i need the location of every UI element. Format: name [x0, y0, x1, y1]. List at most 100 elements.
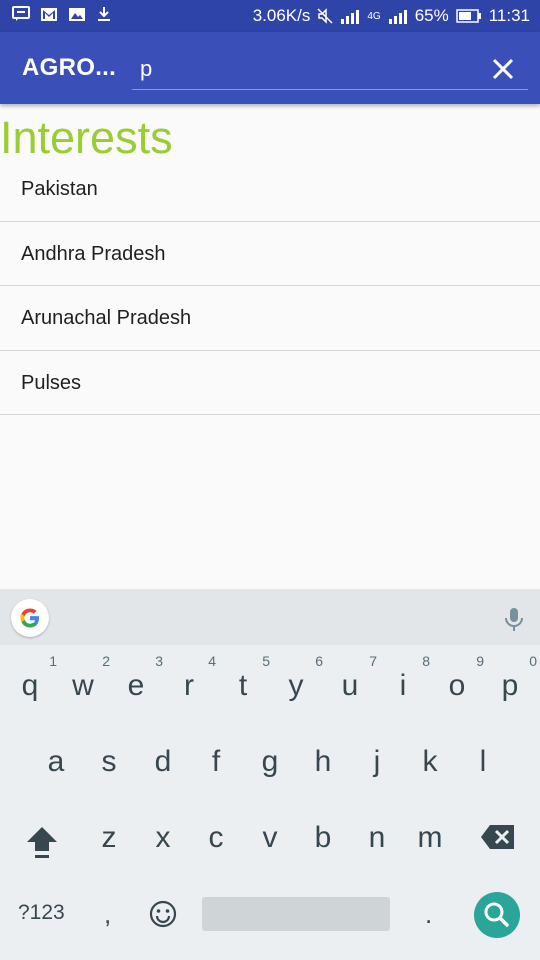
download-icon	[98, 7, 110, 21]
key-h[interactable]: h	[296, 727, 350, 787]
key-t[interactable]: 5t	[216, 651, 270, 711]
key-char: y	[288, 669, 304, 702]
google-button[interactable]	[11, 599, 49, 637]
key-p[interactable]: 0p	[483, 651, 537, 711]
key-char: f	[211, 745, 221, 778]
key-u[interactable]: 7u	[323, 651, 377, 711]
key-o[interactable]: 9o	[430, 651, 484, 711]
key-x[interactable]: x	[136, 803, 190, 863]
list-item[interactable]: Andhra Pradesh	[0, 222, 540, 286]
symbols-key[interactable]: ?123	[18, 901, 65, 925]
message-icon	[12, 6, 30, 21]
voice-input-button[interactable]	[500, 605, 528, 633]
backspace-key[interactable]	[480, 823, 516, 851]
key-char: m	[417, 821, 443, 854]
key-char: g	[261, 745, 279, 778]
key-v[interactable]: v	[243, 803, 297, 863]
key-char: i	[399, 669, 407, 702]
list-item[interactable]: Arunachal Pradesh	[0, 286, 540, 351]
list-item-label: Pulses	[21, 371, 82, 394]
key-y[interactable]: 6y	[269, 651, 324, 711]
key-w[interactable]: 2w	[56, 651, 110, 711]
signal-icon-2	[388, 9, 407, 24]
close-search-button[interactable]	[488, 54, 518, 84]
list-item[interactable]: Pakistan	[0, 157, 540, 222]
key-char: x	[155, 821, 171, 854]
clock: 11:31	[488, 6, 530, 25]
gmail-icon	[41, 7, 57, 21]
key-char: a	[47, 745, 65, 778]
battery-icon	[455, 9, 481, 23]
shift-key[interactable]	[22, 821, 62, 861]
search-icon	[484, 902, 509, 927]
key-char: c	[208, 821, 224, 854]
image-icon	[69, 7, 85, 21]
key-hint: 6	[315, 653, 323, 669]
key-f[interactable]: f	[189, 727, 243, 787]
search-key[interactable]	[474, 892, 520, 938]
key-m[interactable]: m	[403, 803, 457, 863]
mute-icon	[317, 8, 333, 24]
key-char: l	[479, 745, 487, 778]
key-char: u	[341, 669, 359, 702]
key-d[interactable]: d	[136, 727, 190, 787]
period-key[interactable]: .	[425, 899, 432, 930]
app-bar: AGRO...	[0, 32, 540, 104]
key-hint: 8	[422, 653, 430, 669]
key-char: w	[72, 669, 94, 702]
emoji-icon	[149, 900, 177, 928]
backspace-icon	[481, 825, 514, 849]
key-char: k	[422, 745, 438, 778]
key-char: h	[314, 745, 332, 778]
key-char: v	[262, 821, 278, 854]
mic-icon	[505, 608, 523, 631]
key-char: r	[184, 669, 194, 702]
key-g[interactable]: g	[243, 727, 297, 787]
key-j[interactable]: j	[350, 727, 404, 787]
google-icon	[20, 608, 39, 628]
key-z[interactable]: z	[82, 803, 136, 863]
key-char: e	[127, 669, 145, 702]
results-list: Pakistan Andhra Pradesh Arunachal Prades…	[0, 157, 540, 415]
network-speed: 3.06K/s	[252, 6, 311, 25]
key-char: j	[373, 745, 381, 778]
key-char: b	[314, 821, 332, 854]
key-e[interactable]: 3e	[109, 651, 163, 711]
comma-key[interactable]: ,	[104, 899, 111, 930]
key-l[interactable]: l	[456, 727, 510, 787]
key-char: t	[238, 669, 248, 702]
emoji-key[interactable]	[148, 899, 178, 929]
key-char: q	[21, 669, 39, 702]
battery-percent: 65%	[414, 6, 449, 25]
key-r[interactable]: 4r	[162, 651, 216, 711]
key-n[interactable]: n	[350, 803, 404, 863]
network-type: 4G	[367, 10, 381, 22]
shift-icon	[27, 827, 57, 858]
key-char: z	[101, 821, 117, 854]
key-s[interactable]: s	[82, 727, 136, 787]
key-a[interactable]: a	[29, 727, 83, 787]
key-k[interactable]: k	[403, 727, 457, 787]
signal-icon	[341, 9, 360, 24]
status-bar: 3.06K/s 4G 65% 11:31	[0, 0, 540, 32]
list-item[interactable]: Pulses	[0, 351, 540, 415]
list-item-label: Andhra Pradesh	[21, 242, 166, 265]
space-bar[interactable]	[202, 897, 390, 931]
key-hint: 0	[529, 653, 537, 669]
key-char: p	[501, 669, 519, 702]
key-char: d	[154, 745, 172, 778]
key-char: o	[448, 669, 466, 702]
list-item-label: Pakistan	[21, 178, 98, 200]
key-q[interactable]: 1q	[3, 651, 57, 711]
list-item-label: Arunachal Pradesh	[21, 307, 192, 329]
key-char: s	[101, 745, 117, 778]
key-i[interactable]: 8i	[376, 651, 430, 711]
key-hint: 4	[208, 653, 216, 669]
close-icon	[492, 58, 514, 80]
soft-keyboard: 1q 2w 3e 4r 5t 6y 7u 8i 9o 0p a s d f g …	[0, 589, 540, 960]
search-input[interactable]	[132, 48, 528, 90]
app-title: AGRO...	[22, 54, 117, 81]
key-b[interactable]: b	[296, 803, 350, 863]
keyboard-toolbar	[0, 589, 540, 645]
key-c[interactable]: c	[189, 803, 243, 863]
